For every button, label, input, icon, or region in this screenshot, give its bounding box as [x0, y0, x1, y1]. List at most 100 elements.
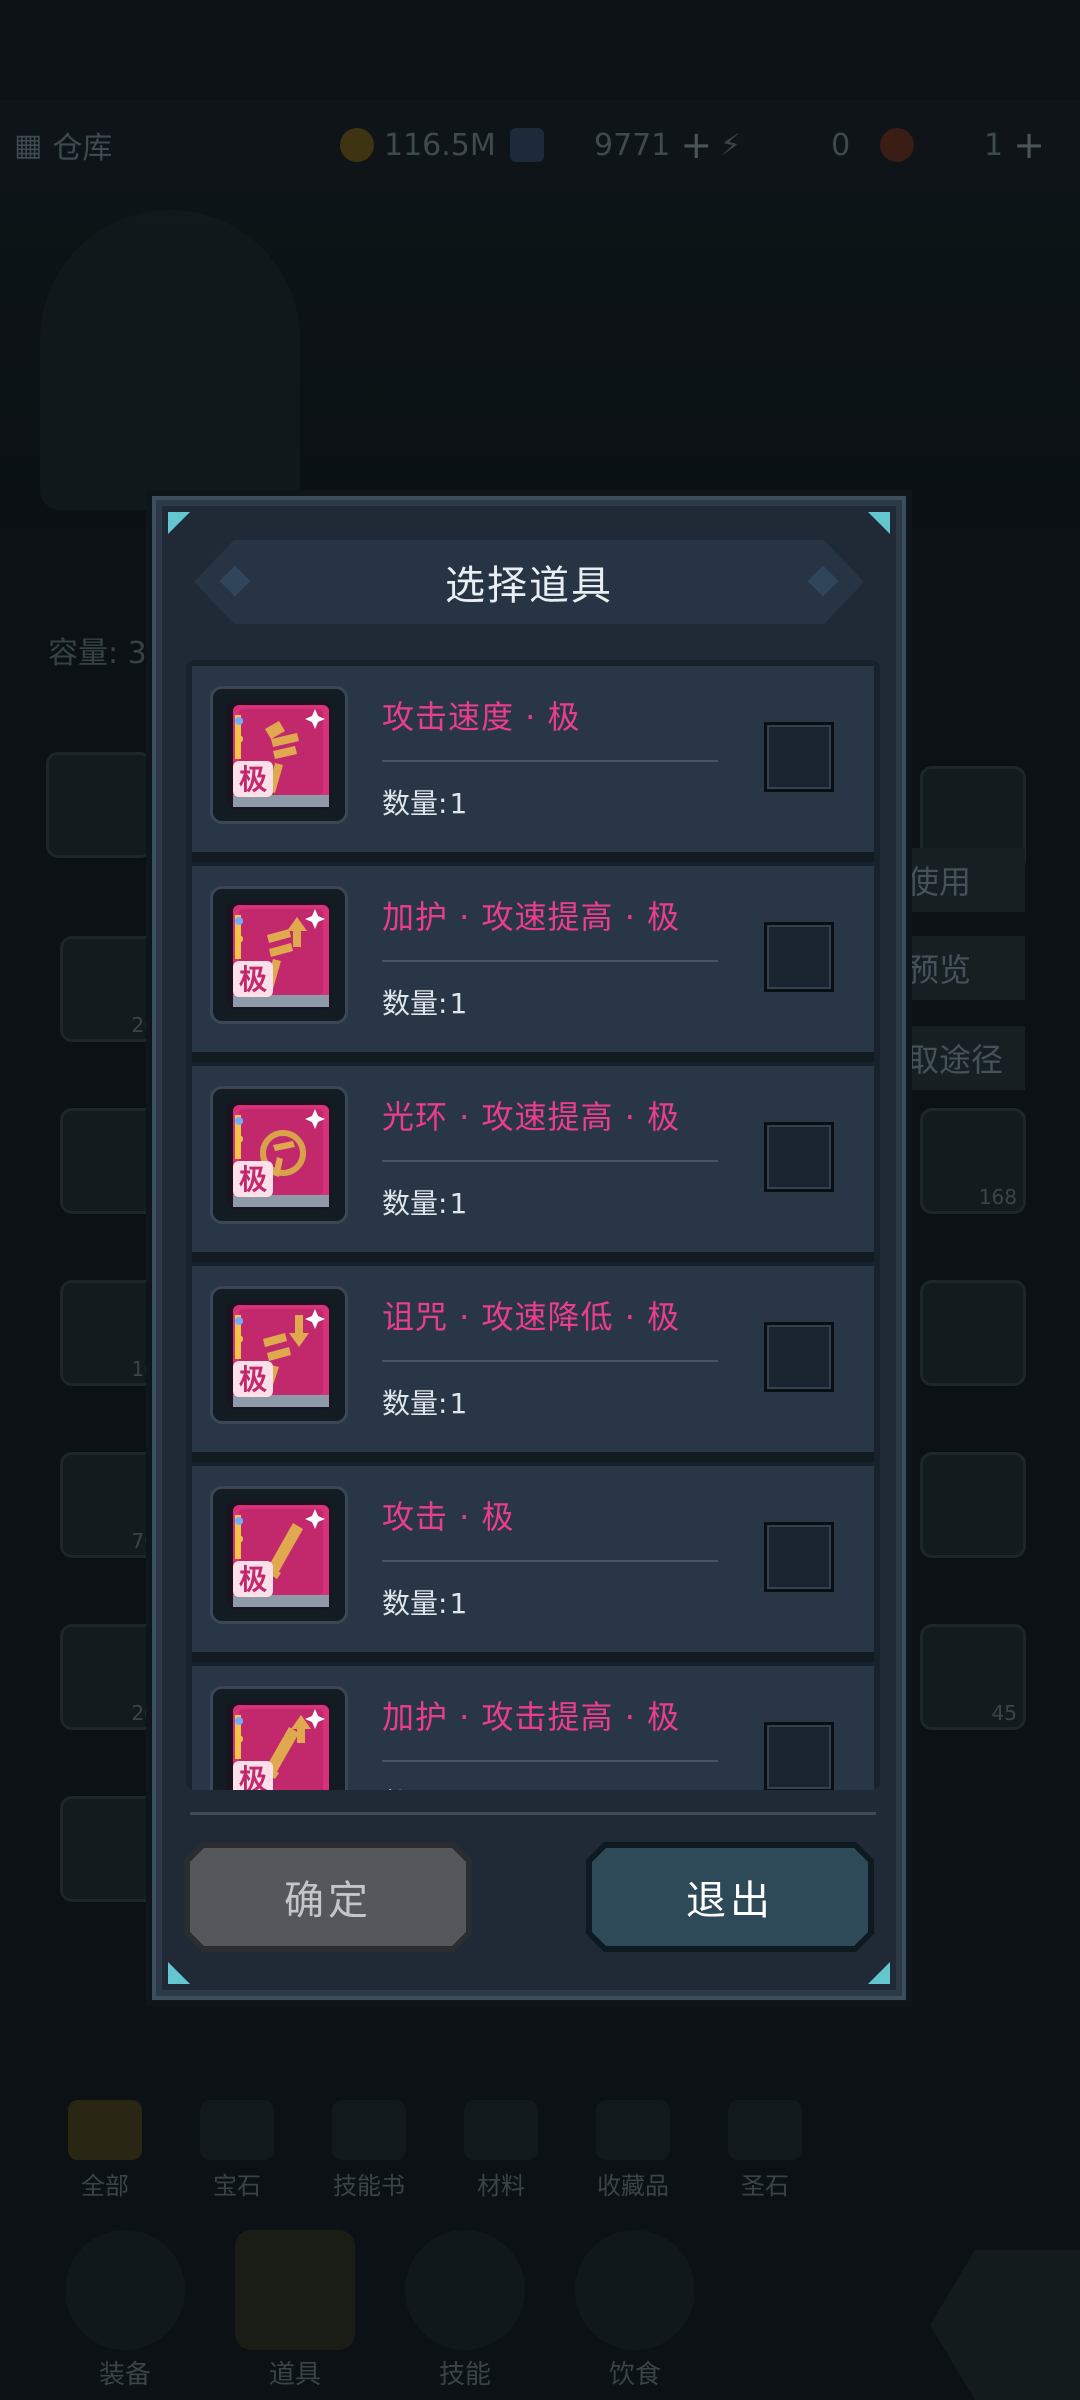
inventory-slot[interactable]: 76 [60, 1452, 166, 1558]
book-badge-text: 极 [239, 1763, 267, 1790]
item-name: 加护 · 攻速提高 · 极 [382, 898, 681, 936]
skill-book-icon: 极 [210, 686, 348, 824]
inventory-slot[interactable] [60, 1108, 166, 1214]
material-icon [464, 2100, 538, 2160]
tab-label: 材料 [477, 2172, 525, 2200]
warehouse-label: 仓库 [52, 131, 113, 166]
item-select-checkbox[interactable] [764, 922, 834, 992]
nav-items[interactable]: 道具 [230, 2230, 360, 2400]
tab-label: 技能书 [333, 2172, 405, 2200]
item-name: 攻击速度 · 极 [382, 698, 581, 736]
item-row[interactable]: 极 加护 · 攻速提高 · 极数量:1 [192, 866, 874, 1062]
ticket-icon [880, 128, 914, 162]
source-button-bg[interactable]: 取途径 [895, 1026, 1025, 1090]
skill-book-graphic: 极 [227, 1701, 331, 1790]
item-name: 光环 · 攻速提高 · 极 [382, 1098, 681, 1136]
gem-icon [200, 2100, 274, 2160]
confirm-button-label: 确定 [284, 1878, 372, 1924]
quantity-label: 数量: [382, 1387, 448, 1420]
skill-book-graphic: 极 [227, 1301, 331, 1409]
item-separator [382, 1560, 718, 1562]
gem-value: 9771 [594, 127, 671, 163]
inventory-slot[interactable]: 16 [60, 1280, 166, 1386]
book-badge-text: 极 [239, 963, 267, 996]
nav-equipment[interactable]: 装备 [60, 2230, 190, 2400]
exit-button-label: 退出 [686, 1878, 774, 1924]
inventory-slot[interactable]: 26 [60, 936, 166, 1042]
quantity-label: 数量: [382, 787, 448, 820]
item-separator [382, 960, 718, 962]
item-quantity: 数量:1 [382, 1782, 467, 1790]
slot-count: 168 [978, 1185, 1017, 1209]
skill-book-icon: 极 [210, 1286, 348, 1424]
tab-all[interactable]: 全部 [50, 2100, 160, 2201]
item-row[interactable]: 极 加护 · 攻击提高 · 极数量:1 [192, 1666, 874, 1790]
inventory-slot[interactable]: 168 [920, 1108, 1026, 1214]
quantity-label: 数量: [382, 1587, 448, 1620]
items-icon [235, 2230, 355, 2350]
warehouse-title: ▦ 仓库 [14, 123, 112, 167]
inventory-slot[interactable]: 45 [920, 1624, 1026, 1730]
corner-ornament [868, 512, 890, 534]
book-badge-text: 极 [239, 763, 267, 796]
quantity-value: 1 [449, 1187, 468, 1220]
nav-label: 饮食 [608, 2360, 661, 2390]
stamina-value: 0 [831, 127, 851, 163]
tab-skill-books[interactable]: 技能书 [314, 2100, 424, 2201]
skills-icon [405, 2230, 525, 2350]
item-row[interactable]: 极 攻击速度 · 极数量:1 [192, 666, 874, 862]
exit-button[interactable]: 退出 [586, 1842, 874, 1952]
gem-icon [510, 128, 544, 162]
corner-ornament [868, 1962, 890, 1984]
item-row[interactable]: 极 光环 · 攻速提高 · 极数量:1 [192, 1066, 874, 1262]
quantity-value: 1 [449, 1587, 468, 1620]
nav-skills[interactable]: 技能 [400, 2230, 530, 2400]
inventory-slot[interactable] [60, 1796, 166, 1902]
inventory-slot[interactable] [46, 752, 152, 858]
skill-book-graphic: 极 [227, 901, 331, 1009]
top-resource-bar: ▦ 仓库 116.5M 9771 + ⚡ 0 1 + [0, 100, 1080, 190]
slot-count: 45 [991, 1701, 1017, 1725]
item-row[interactable]: 极 攻击 · 极数量:1 [192, 1466, 874, 1662]
item-separator [382, 1760, 718, 1762]
tab-gems[interactable]: 宝石 [182, 2100, 292, 2201]
tab-label: 全部 [81, 2172, 129, 2200]
add-tickets-plus-icon[interactable]: + [1013, 123, 1045, 167]
item-row[interactable]: 极 诅咒 · 攻速降低 · 极数量:1 [192, 1266, 874, 1462]
item-quantity: 数量:1 [382, 982, 467, 1022]
confirm-button[interactable]: 确定 [184, 1842, 472, 1952]
tab-holy-stones[interactable]: 圣石 [710, 2100, 820, 2201]
collectible-icon [596, 2100, 670, 2160]
dialog-title: 选择道具 [445, 563, 613, 609]
item-quantity: 数量:1 [382, 1382, 467, 1422]
inventory-slot[interactable] [920, 1452, 1026, 1558]
corner-ornament [168, 1962, 190, 1984]
skill-book-icon: 极 [210, 1686, 348, 1790]
quantity-label: 数量: [382, 1787, 447, 1790]
gold-counter: 116.5M [340, 128, 496, 163]
quantity-label: 数量: [382, 1187, 448, 1220]
tab-collectibles[interactable]: 收藏品 [578, 2100, 688, 2201]
equipment-icon [65, 2230, 185, 2350]
nav-food[interactable]: 饮食 [570, 2230, 700, 2400]
book-badge-text: 极 [239, 1163, 267, 1196]
item-name: 加护 · 攻击提高 · 极 [382, 1698, 681, 1736]
skill-book-icon: 极 [210, 1486, 348, 1624]
item-select-checkbox[interactable] [764, 1322, 834, 1392]
item-select-checkbox[interactable] [764, 722, 834, 792]
item-select-checkbox[interactable] [764, 1522, 834, 1592]
quantity-value: 1 [449, 987, 468, 1020]
item-list[interactable]: 极攻击速度 · 极数量:1 极加护 · 攻速提高 · 极数量:1 极光环 · 攻速提… [186, 660, 880, 1790]
preview-button-bg[interactable]: 预览 [895, 936, 1025, 1000]
book-icon [332, 2100, 406, 2160]
add-gems-plus-icon[interactable]: + [680, 123, 712, 167]
warehouse-icon: ▦ [14, 127, 43, 163]
item-name: 诅咒 · 攻速降低 · 极 [382, 1298, 681, 1336]
skill-book-icon: 极 [210, 1086, 348, 1224]
inventory-slot[interactable]: 20 [60, 1624, 166, 1730]
item-select-checkbox[interactable] [764, 1722, 834, 1790]
tab-materials[interactable]: 材料 [446, 2100, 556, 2201]
item-select-checkbox[interactable] [764, 1122, 834, 1192]
inventory-slot[interactable] [920, 1280, 1026, 1386]
use-button-bg[interactable]: 使用 [895, 848, 1025, 912]
